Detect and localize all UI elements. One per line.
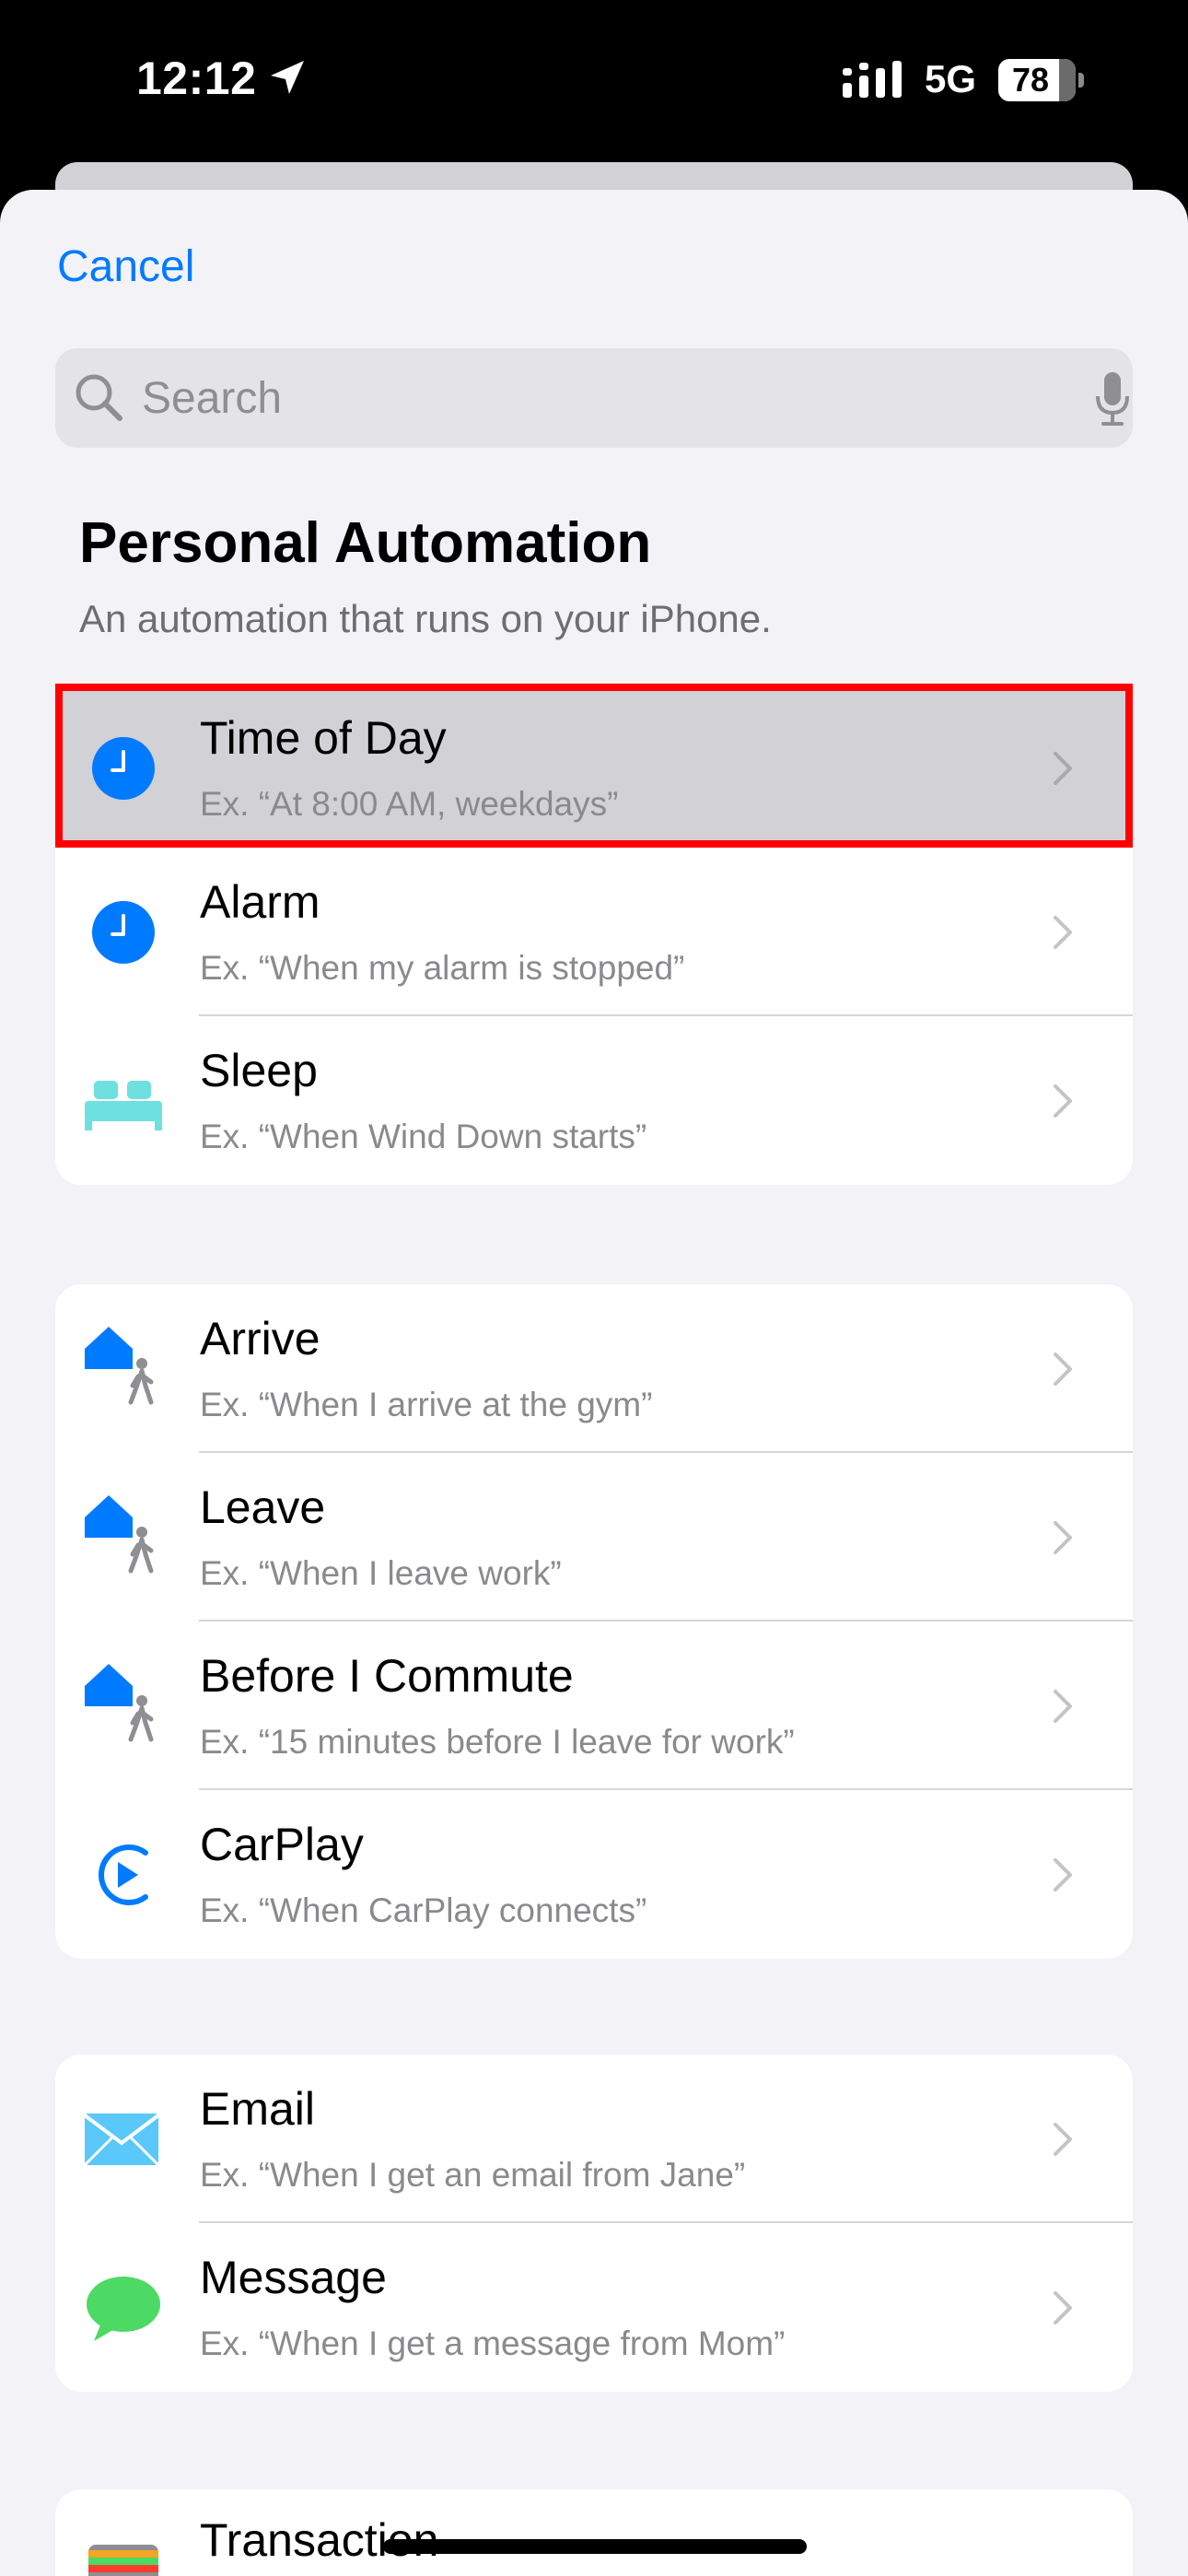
trigger-sleep[interactable]: Sleep Ex. “When Wind Down starts” <box>55 1016 1133 1185</box>
chevron-right-icon <box>1054 1858 1072 1891</box>
trigger-subtitle: Ex. “When I get an email from Jane” <box>200 2156 746 2194</box>
clock-icon <box>92 737 155 800</box>
bed-icon <box>85 1081 162 1130</box>
chevron-right-icon <box>1054 752 1072 785</box>
trigger-group-wallet: Transaction <box>55 2489 1133 2576</box>
network-type: 5G <box>925 57 977 100</box>
mail-icon <box>83 2113 160 2167</box>
trigger-leave[interactable]: Leave Ex. “When I leave work” <box>55 1453 1133 1622</box>
search-input[interactable] <box>142 348 1063 448</box>
battery-level: 78 <box>1011 61 1050 99</box>
trigger-time-of-day[interactable]: Time of Day Ex. “At 8:00 AM, weekdays” <box>55 684 1133 848</box>
trigger-title: Before I Commute <box>200 1650 574 1702</box>
status-bar: 12:12 5G 78 <box>0 0 1188 164</box>
trigger-subtitle: Ex. “15 minutes before I leave for work” <box>200 1723 795 1761</box>
chevron-right-icon <box>1054 1521 1072 1554</box>
trigger-group-time: Alarm Ex. “When my alarm is stopped” Sle… <box>55 848 1133 1185</box>
trigger-group-communication: Email Ex. “When I get an email from Jane… <box>55 2055 1133 2392</box>
trigger-carplay[interactable]: CarPlay Ex. “When CarPlay connects” <box>55 1790 1133 1959</box>
trigger-subtitle: Ex. “When Wind Down starts” <box>200 1118 647 1155</box>
chevron-right-icon <box>1054 2123 1072 2156</box>
trigger-title: Email <box>200 2083 316 2135</box>
trigger-subtitle: Ex. “When my alarm is stopped” <box>200 949 685 987</box>
chevron-right-icon <box>1054 1084 1072 1118</box>
trigger-title: Alarm <box>200 876 320 928</box>
search-icon <box>76 374 122 421</box>
trigger-title: Leave <box>200 1481 326 1533</box>
message-bubble-icon <box>87 2277 160 2341</box>
trigger-subtitle: Ex. “When I arrive at the gym” <box>200 1386 653 1423</box>
alarm-clock-icon <box>92 901 155 964</box>
home-person-icon <box>85 1664 154 1742</box>
trigger-title: CarPlay <box>200 1819 364 1870</box>
wallet-icon <box>88 2545 158 2576</box>
trigger-subtitle: Ex. “When I get a message from Mom” <box>200 2324 786 2362</box>
trigger-message[interactable]: Message Ex. “When I get a message from M… <box>55 2223 1133 2392</box>
chevron-right-icon <box>1054 1690 1072 1723</box>
carplay-icon <box>99 1844 148 1905</box>
trigger-alarm[interactable]: Alarm Ex. “When my alarm is stopped” <box>55 848 1133 1016</box>
trigger-title: Sleep <box>200 1045 318 1096</box>
trigger-group-location: Arrive Ex. “When I arrive at the gym” Le… <box>55 1284 1133 1959</box>
home-person-icon <box>85 1495 154 1574</box>
status-time: 12:12 <box>136 53 257 104</box>
home-indicator <box>383 2539 807 2554</box>
battery-icon: 78 <box>998 59 1084 101</box>
page-title: Personal Automation <box>79 511 652 575</box>
cancel-button[interactable]: Cancel <box>57 241 194 292</box>
trigger-title: Message <box>200 2252 387 2303</box>
trigger-transaction[interactable]: Transaction <box>55 2489 1133 2576</box>
chevron-right-icon <box>1054 916 1072 949</box>
trigger-subtitle: Ex. “At 8:00 AM, weekdays” <box>200 785 619 823</box>
trigger-title: Arrive <box>200 1313 320 1364</box>
cellular-signal-icon <box>843 61 902 98</box>
trigger-before-commute[interactable]: Before I Commute Ex. “15 minutes before … <box>55 1622 1133 1790</box>
chevron-right-icon <box>1054 1352 1072 1386</box>
search-bar[interactable] <box>55 348 1133 448</box>
microphone-icon[interactable] <box>1094 370 1131 427</box>
page-subtitle: An automation that runs on your iPhone. <box>79 597 772 640</box>
home-person-icon <box>85 1327 154 1405</box>
trigger-email[interactable]: Email Ex. “When I get an email from Jane… <box>55 2055 1133 2223</box>
trigger-arrive[interactable]: Arrive Ex. “When I arrive at the gym” <box>55 1284 1133 1453</box>
trigger-subtitle: Ex. “When I leave work” <box>200 1554 562 1592</box>
location-arrow-icon <box>271 61 304 94</box>
chevron-right-icon <box>1054 2291 1072 2324</box>
trigger-title: Time of Day <box>200 712 447 764</box>
trigger-subtitle: Ex. “When CarPlay connects” <box>200 1891 647 1929</box>
